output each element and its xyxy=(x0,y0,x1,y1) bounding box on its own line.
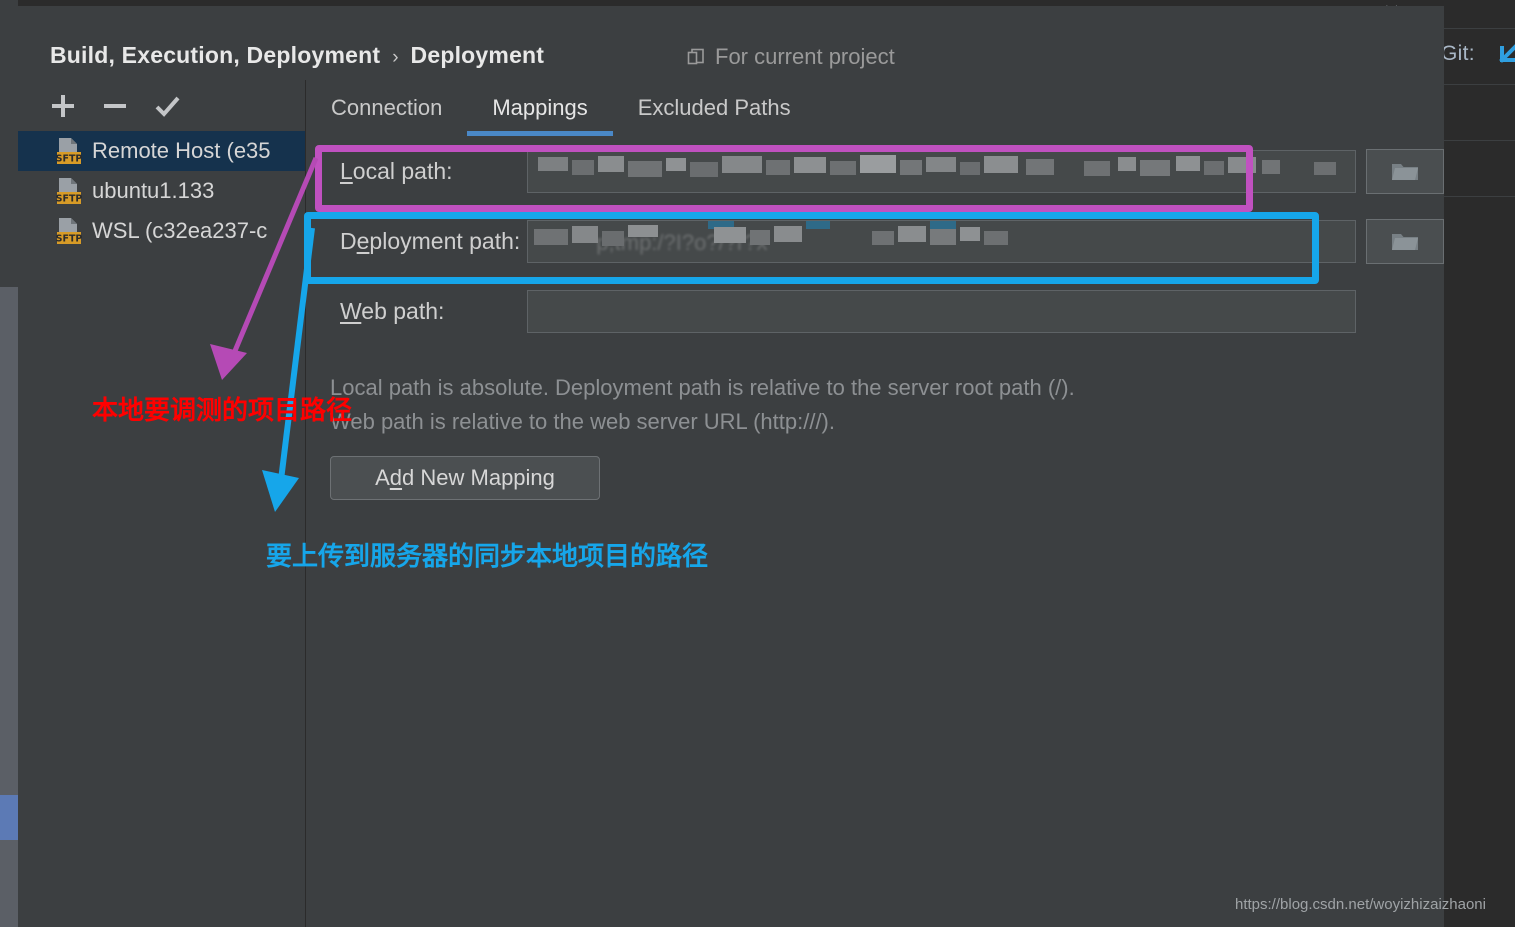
web-path-row: Web path: xyxy=(306,276,1444,346)
screenshot-root: ·· Git: Build, Execution, Deployment › D… xyxy=(0,0,1515,927)
scope-indicator: For current project xyxy=(687,44,895,70)
deployment-path-label: Deployment path: xyxy=(340,227,521,254)
tab-connection[interactable]: Connection xyxy=(306,80,467,136)
deployment-path-browse-button[interactable] xyxy=(1366,218,1444,264)
tab-mappings[interactable]: Mappings xyxy=(467,80,614,136)
server-list: SFTP Remote Host (e35 SFTP ubuntu1.133 S… xyxy=(18,131,305,251)
breadcrumb-leaf: Deployment xyxy=(410,42,545,68)
detail-tabs: Connection Mappings Excluded Paths xyxy=(306,80,816,136)
editor-panel-divider xyxy=(1444,140,1515,141)
list-item[interactable]: SFTP ubuntu1.133 xyxy=(18,171,305,211)
web-path-label: Web path: xyxy=(340,297,445,324)
server-list-pane: SFTP Remote Host (e35 SFTP ubuntu1.133 S… xyxy=(18,80,305,927)
add-new-mapping-button[interactable]: Add New Mapping xyxy=(330,456,600,500)
help-line-1: Local path is absolute. Deployment path … xyxy=(330,375,1075,400)
breadcrumb-separator-icon: › xyxy=(392,47,399,68)
censored-value-deployment xyxy=(528,220,1355,262)
editor-panel-divider xyxy=(1444,196,1515,197)
breadcrumb-root[interactable]: Build, Execution, Deployment xyxy=(50,42,380,69)
web-path-input[interactable] xyxy=(527,289,1357,333)
web-path-spacer xyxy=(1366,289,1444,334)
breadcrumb: Build, Execution, Deployment › Deploymen… xyxy=(50,42,544,69)
add-new-mapping-label: Add New Mapping xyxy=(375,465,555,490)
censored-value-local xyxy=(528,151,1355,192)
local-path-browse-button[interactable] xyxy=(1366,148,1444,194)
deployment-path-input[interactable]: p;tmp:/?I?o?/?r?x xyxy=(527,219,1357,263)
tab-excluded-paths[interactable]: Excluded Paths xyxy=(613,80,816,136)
mappings-help-text: Local path is absolute. Deployment path … xyxy=(330,371,1330,439)
list-item-label: Remote Host (e35 xyxy=(92,138,271,163)
dialog-header: Build, Execution, Deployment › Deploymen… xyxy=(18,6,1444,80)
list-item[interactable]: SFTP Remote Host (e35 xyxy=(18,131,305,171)
help-line-2: Web path is relative to the web server U… xyxy=(330,409,835,434)
watermark: https://blog.csdn.net/woyizhizaizhaoni xyxy=(1235,896,1486,913)
left-tool-strip xyxy=(0,0,18,927)
mappings-form: Local path: Deployment path: p;tmp:/?I?o… xyxy=(306,136,1444,346)
deployment-path-row: Deployment path: p;tmp:/?I?o?/?r?x xyxy=(306,206,1444,276)
list-item[interactable]: SFTP WSL (c32ea237-c xyxy=(18,211,305,251)
editor-panel-divider xyxy=(1444,84,1515,85)
add-server-button[interactable] xyxy=(45,88,81,124)
arrow-down-left-icon[interactable] xyxy=(1494,42,1515,68)
left-scrollbar[interactable] xyxy=(0,287,18,927)
server-list-toolbar xyxy=(18,80,305,132)
editor-panel-divider xyxy=(1444,28,1515,29)
sftp-server-icon: SFTP xyxy=(56,177,83,205)
list-item-label: ubuntu1.133 xyxy=(92,178,215,203)
settings-dialog: Build, Execution, Deployment › Deploymen… xyxy=(18,6,1444,927)
git-label: Git: xyxy=(1441,42,1475,65)
sftp-server-icon: SFTP xyxy=(56,137,83,165)
deployment-detail-pane: Connection Mappings Excluded Paths Local… xyxy=(306,80,1444,927)
sftp-server-icon: SFTP xyxy=(56,217,83,245)
local-path-label: Local path: xyxy=(340,157,453,184)
local-path-input[interactable] xyxy=(527,149,1357,193)
list-item-label: WSL (c32ea237-c xyxy=(92,218,268,243)
folder-icon xyxy=(1390,159,1420,183)
copy-icon xyxy=(687,48,705,66)
folder-icon xyxy=(1390,229,1420,253)
remove-server-button[interactable] xyxy=(97,88,133,124)
svg-text:SFTP: SFTP xyxy=(56,234,82,245)
set-default-server-button[interactable] xyxy=(149,88,185,124)
scope-label: For current project xyxy=(715,44,895,69)
local-path-row: Local path: xyxy=(306,136,1444,206)
svg-text:SFTP: SFTP xyxy=(56,194,82,205)
svg-text:SFTP: SFTP xyxy=(56,154,82,165)
left-scrollbar-thumb[interactable] xyxy=(0,795,18,840)
